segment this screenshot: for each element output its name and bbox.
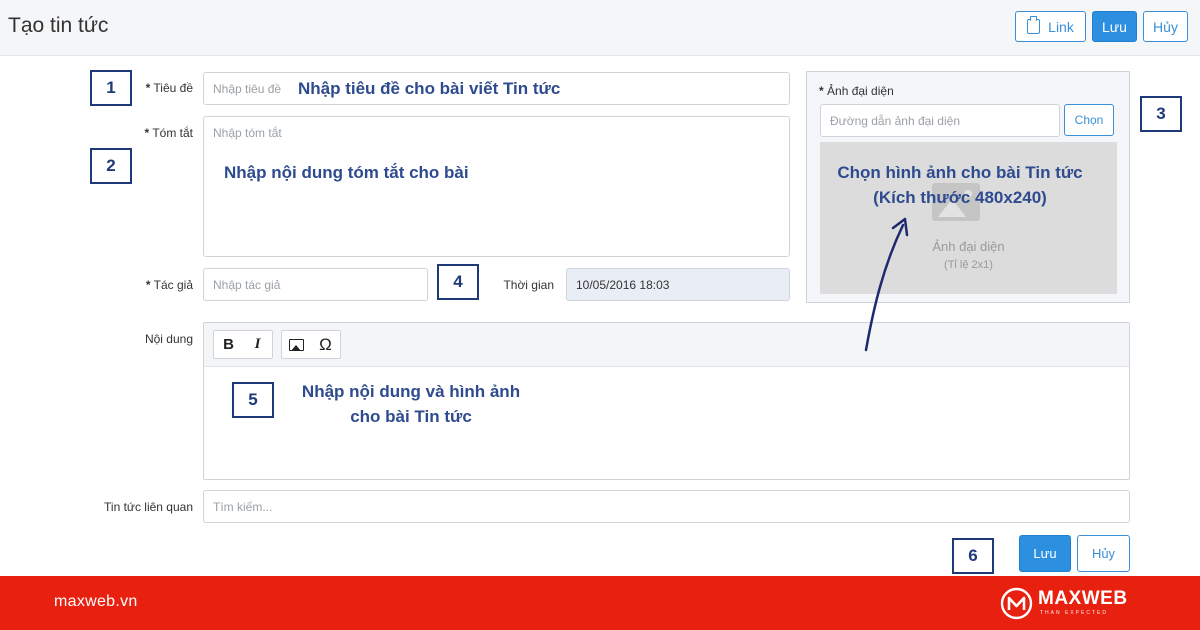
cancel-button[interactable]: Hủy (1077, 535, 1130, 572)
related-label: Tin tức liên quan (104, 500, 193, 514)
step-badge-6: 6 (952, 538, 994, 574)
page-title: Tạo tin tức (8, 14, 109, 37)
image-path-input[interactable]: Đường dẫn ảnh đại diện (820, 104, 1060, 137)
maxweb-logo-icon (1000, 587, 1033, 620)
header-save-button[interactable]: Lưu (1092, 11, 1137, 42)
logo-text: MAXWEB (1038, 588, 1128, 609)
link-button[interactable]: Link (1015, 11, 1086, 42)
insert-group: Ω (281, 330, 341, 359)
content-label: Nội dung (144, 332, 193, 346)
footer-bar: maxweb.vn MAXWEB THAN EXPECTED (0, 576, 1200, 630)
image-hint: Chọn hình ảnh cho bài Tin tức (Kích thướ… (837, 163, 1083, 207)
step-badge-3: 3 (1140, 96, 1182, 132)
image-placeholder-caption: Ảnh đại diện (932, 239, 1005, 254)
time-field[interactable]: 10/05/2016 18:03 (566, 268, 790, 301)
step-badge-4: 4 (437, 264, 479, 300)
time-label: Thời gian (503, 278, 554, 292)
format-group: B I (213, 330, 273, 359)
featured-image-label: * Ảnh đại diện (819, 84, 894, 98)
link-button-label: Link (1048, 18, 1074, 35)
content-hint: Nhập nội dung và hình ảnh cho bài Tin tứ… (301, 382, 521, 426)
header-cancel-button[interactable]: Hủy (1143, 11, 1188, 42)
insert-image-button[interactable] (282, 331, 311, 358)
related-search-input[interactable]: Tìm kiếm... (203, 490, 1130, 523)
title-hint: Nhập tiêu đề cho bài viết Tin tức (298, 79, 561, 98)
special-char-button[interactable]: Ω (311, 331, 340, 358)
author-input[interactable]: Nhập tác giả (203, 268, 428, 301)
maxweb-logo: MAXWEB THAN EXPECTED (1000, 585, 1140, 621)
image-icon (289, 338, 304, 351)
step-badge-1: 1 (90, 70, 132, 106)
bold-button[interactable]: B (214, 331, 243, 358)
author-label: * Tác giả (145, 278, 193, 292)
logo-tagline: THAN EXPECTED (1040, 610, 1108, 616)
summary-label: * Tóm tắt (144, 126, 193, 140)
save-button[interactable]: Lưu (1019, 535, 1071, 572)
step-badge-2: 2 (90, 148, 132, 184)
italic-button[interactable]: I (243, 331, 272, 358)
page-header: Tạo tin tức Link Lưu Hủy (0, 0, 1200, 56)
image-placeholder-ratio: (Tỉ lệ 2x1) (944, 259, 993, 271)
step-badge-5: 5 (232, 382, 274, 418)
footer-site-url[interactable]: maxweb.vn (54, 593, 138, 611)
choose-image-button[interactable]: Chọn (1064, 104, 1114, 136)
summary-textarea[interactable]: Nhập tóm tắt (203, 116, 790, 257)
clipboard-icon (1027, 16, 1041, 34)
editor-toolbar: B I Ω (204, 323, 1129, 367)
summary-hint: Nhập nội dung tóm tắt cho bài (224, 163, 469, 182)
